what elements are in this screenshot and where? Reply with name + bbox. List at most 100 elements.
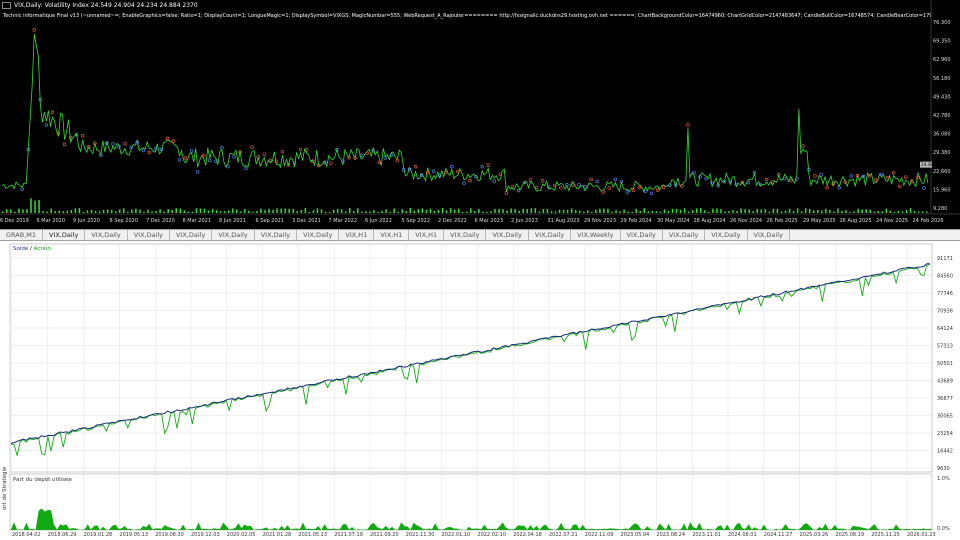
price-chart-window[interactable]: 76.300 69.350 62.960 56.180 49.430 42.780 36.0…: [0, 0, 960, 229]
chart-tab-15[interactable]: VIX,Daily: [621, 230, 663, 240]
volume-bar: [530, 208, 533, 213]
trade-marker: [304, 148, 309, 152]
chart-tab-16[interactable]: VIX,Daily: [663, 230, 706, 240]
volume-bar: [284, 208, 286, 213]
volume-bar: [784, 210, 787, 213]
volume-bar: [740, 208, 742, 213]
volume-bar: [324, 211, 327, 213]
trade-marker: [662, 185, 666, 190]
volume-bar: [583, 211, 585, 213]
trade-marker: [571, 183, 575, 187]
chart-tab-5[interactable]: VIX,Daily: [212, 230, 255, 240]
volume-bar: [772, 208, 775, 213]
date-label: 8 Sep 2020: [110, 218, 139, 224]
volume-bar: [695, 208, 698, 213]
date-label: 6 Mar 2023: [475, 218, 504, 224]
volume-bar: [127, 211, 129, 213]
volume-bar: [792, 210, 795, 213]
volume-bar: [353, 211, 355, 213]
volume-bar: [236, 209, 238, 213]
volume-bar: [135, 208, 137, 213]
trade-marker: [819, 173, 823, 177]
trade-marker: [764, 177, 769, 182]
chart-tab-14[interactable]: VIX,Weekly: [571, 230, 621, 240]
chart-tab-0[interactable]: GRAB,M1: [0, 230, 44, 240]
volume-bar: [671, 208, 674, 213]
volume-bar: [106, 209, 109, 213]
chart-tab-11[interactable]: VIX,Daily: [444, 230, 487, 240]
volume-bar: [167, 209, 169, 213]
balance-y-label: 77746: [937, 291, 953, 297]
volume-bar: [163, 211, 165, 213]
volume-bar: [397, 211, 399, 213]
chart-tab-7[interactable]: VIX,Daily: [297, 230, 340, 240]
volume-bar: [901, 211, 904, 213]
date-label: 29 Feb 2024: [621, 218, 652, 224]
volume-bar: [445, 210, 448, 213]
chart-tab-12[interactable]: VIX,Daily: [486, 230, 529, 240]
trade-marker: [686, 123, 690, 127]
trade-marker: [873, 178, 878, 182]
volume-bar: [591, 211, 593, 213]
chart-tab-18[interactable]: VIX,Daily: [748, 230, 790, 240]
date-label: 6 Jun 2022: [365, 218, 392, 224]
volume-bar: [615, 210, 617, 213]
chart-tab-3[interactable]: VIX,Daily: [128, 230, 171, 240]
trade-marker: [232, 155, 236, 159]
current-price-label: 24.884: [921, 162, 937, 168]
trade-marker: [111, 142, 115, 146]
volume-bar: [248, 210, 250, 213]
volume-bar: [788, 208, 791, 213]
trade-marker: [62, 142, 67, 147]
volume-bar: [110, 209, 113, 213]
volume-bar: [10, 209, 12, 213]
trade-marker: [504, 191, 509, 195]
balance-y-label: 57313: [937, 344, 953, 350]
volume-bar: [119, 209, 121, 213]
volume-bar: [377, 211, 379, 213]
chart-tab-10[interactable]: VIX,H1: [409, 230, 445, 240]
volume-bar: [147, 209, 149, 213]
volume-bar: [74, 208, 77, 213]
report-x-label: 2021.05.13: [298, 532, 327, 538]
volume-bar: [566, 209, 569, 213]
volume-bar: [413, 210, 416, 213]
chart-tab-4[interactable]: VIX,Daily: [170, 230, 213, 240]
chart-tab-1[interactable]: VIX,Daily: [43, 230, 86, 240]
volume-bar: [534, 208, 537, 213]
report-x-label: 2018.04.02: [12, 532, 41, 538]
volume-bar: [474, 211, 476, 213]
chart-tab-8[interactable]: VIX,H1: [339, 230, 375, 240]
trade-marker: [32, 28, 36, 32]
volume-bar: [510, 208, 512, 213]
volume-bar: [240, 211, 242, 213]
chart-tab-6[interactable]: VIX,Daily: [255, 230, 298, 240]
price-label: 56.180: [933, 76, 951, 82]
balance-y-label: 50501: [937, 361, 953, 367]
date-label: 26 Aug 2025: [840, 218, 872, 224]
volume-bar: [744, 209, 746, 213]
chart-tab-9[interactable]: VIX,H1: [374, 230, 410, 240]
chart-tab-17[interactable]: VIX,Daily: [705, 230, 748, 240]
volume-bar: [187, 211, 190, 213]
trade-marker: [208, 158, 212, 163]
volume-bar: [506, 210, 508, 213]
volume-bar: [276, 208, 278, 213]
volume-bar: [102, 210, 105, 213]
trade-marker: [195, 170, 200, 174]
volume-bar: [776, 208, 779, 213]
volume-bar: [623, 209, 625, 213]
volume-bar: [526, 209, 529, 213]
chart-tab-2[interactable]: VIX,Daily: [85, 230, 128, 240]
trade-marker: [329, 161, 333, 165]
date-label: 8 Jun 2021: [219, 218, 246, 224]
volume-bar: [405, 211, 407, 213]
volume-bar: [449, 208, 452, 213]
volume-bar: [143, 211, 145, 213]
volume-bar: [155, 210, 157, 213]
chart-tab-13[interactable]: VIX,Daily: [529, 230, 572, 240]
volume-bar: [724, 211, 726, 213]
volume-bar: [252, 211, 254, 213]
volume-bar: [865, 209, 867, 213]
deposit-load-title: Part du dépôt utilisée: [13, 477, 72, 483]
